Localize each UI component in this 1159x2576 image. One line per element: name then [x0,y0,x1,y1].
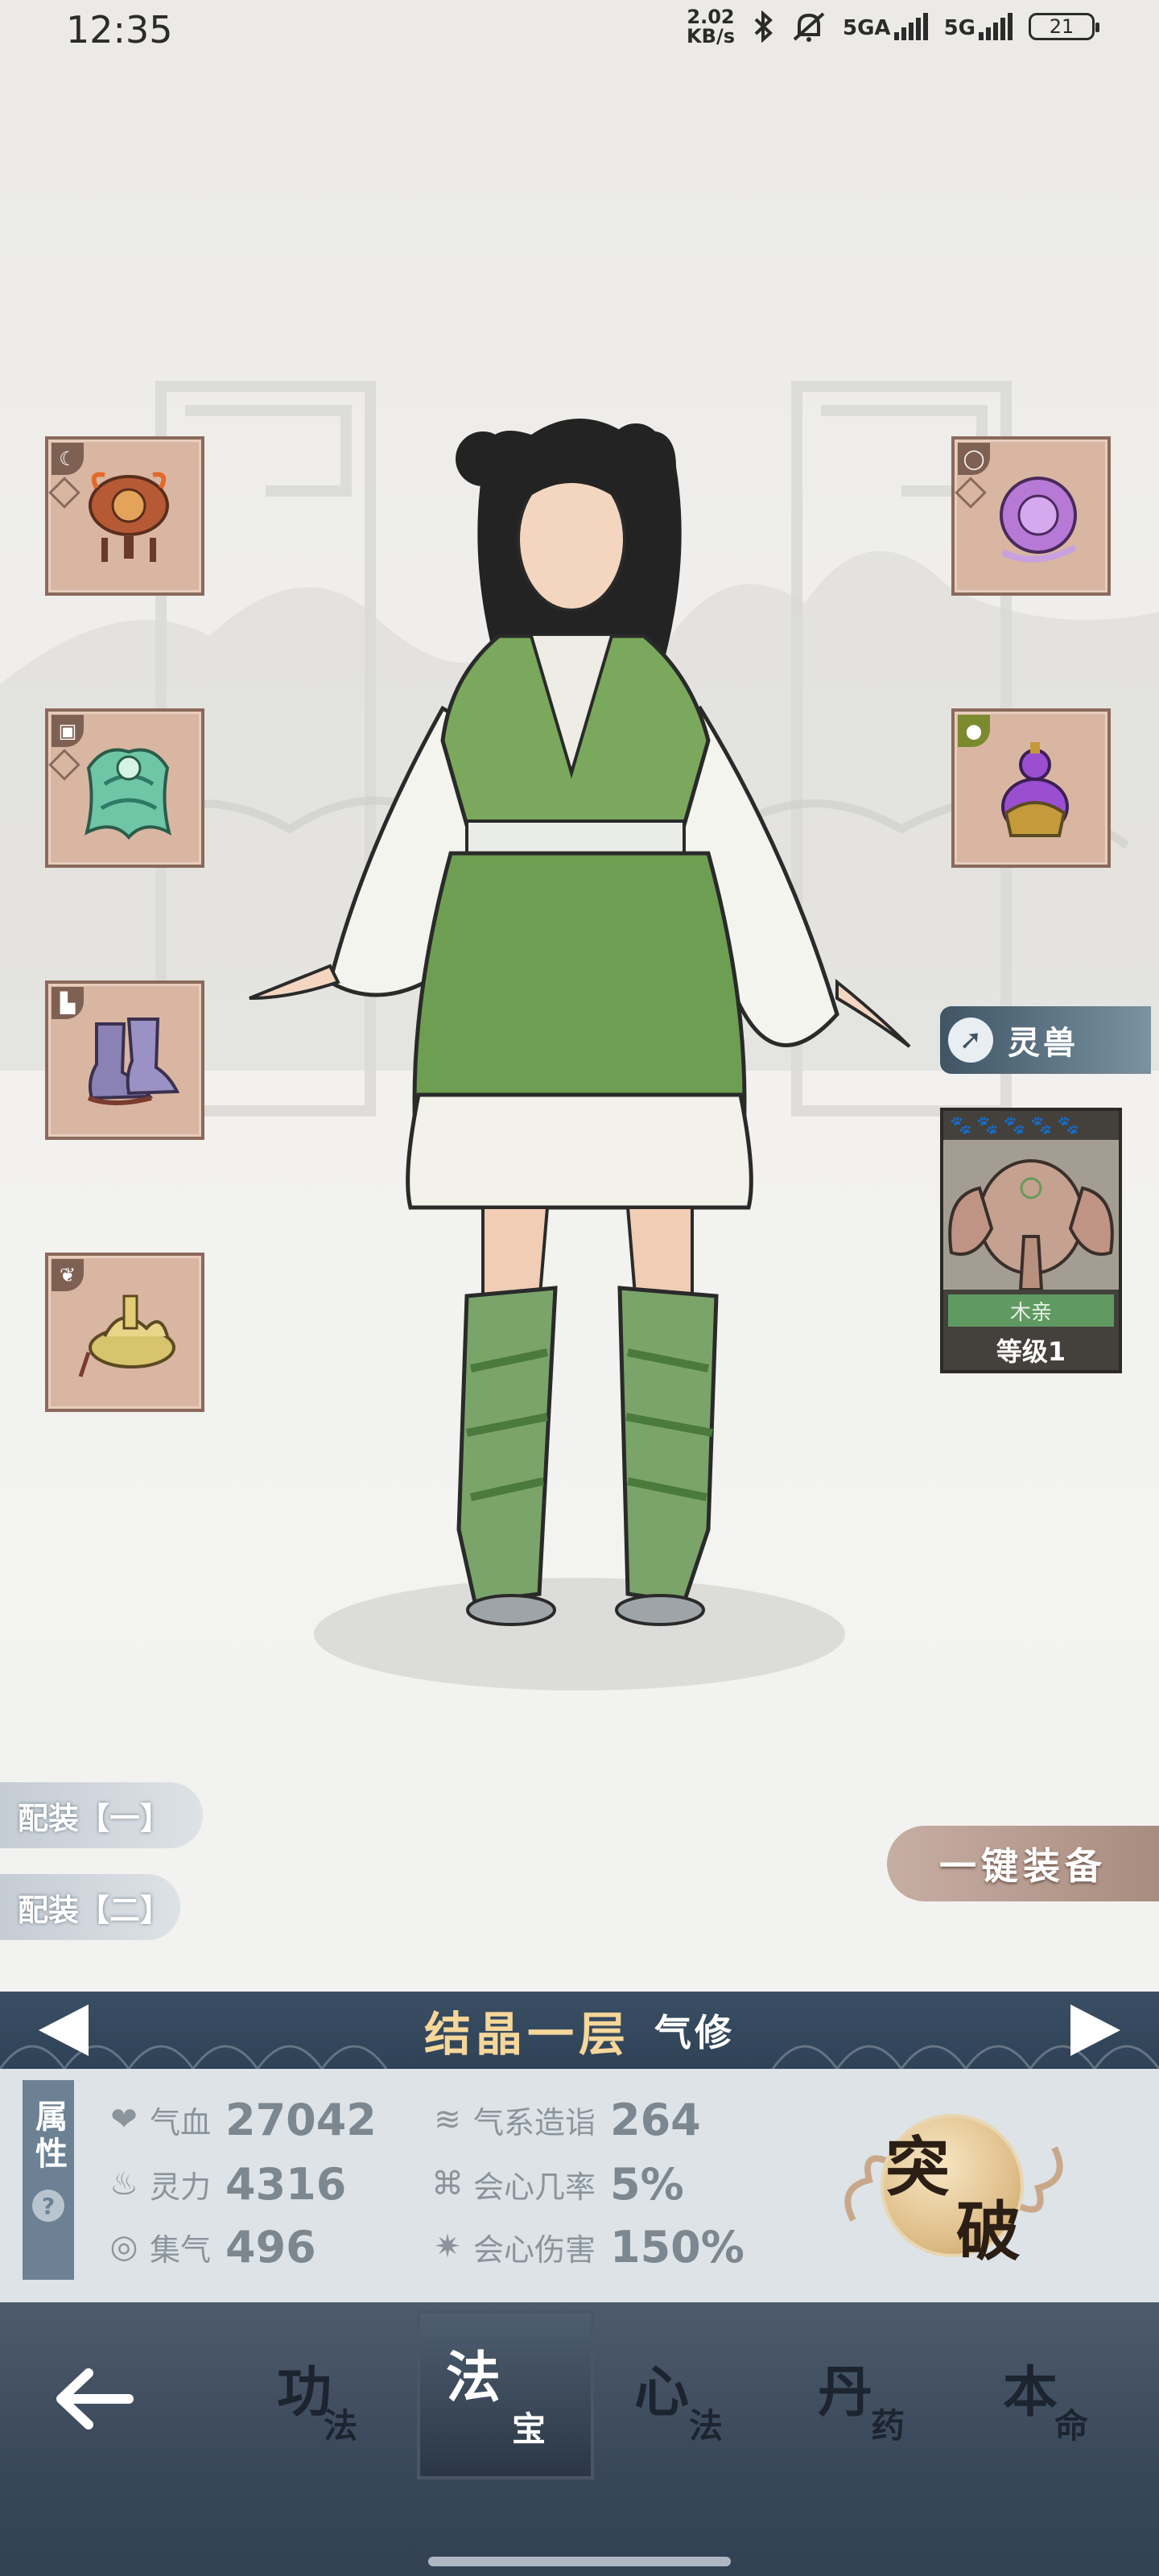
equip-slot-armor[interactable]: ▣ [45,708,204,868]
beast-element-tag: 木亲 [948,1294,1114,1327]
signal-icon [979,13,1013,40]
wind-icon: ≋ [434,2101,461,2138]
loadout-1-button[interactable]: 配装【一】 [0,1782,203,1848]
boots-artifact-icon [87,1018,180,1105]
nav-tab-big: 本 [1003,2360,1058,2425]
beast-rank-paws: 🐾 🐾 🐾 🐾 🐾 [950,1116,1079,1136]
network1-label: 5GA [843,16,891,40]
stat-qi-mastery: ≋ 气系造诣 264 [428,2091,701,2148]
breakthrough-button[interactable]: 突 破 [837,2099,1070,2269]
equip-all-button[interactable]: 一键装备 [887,1826,1159,1901]
paw-icon: 🐾 [1057,1116,1080,1136]
weapon-artifact-icon [89,472,169,562]
help-icon[interactable]: ? [32,2190,64,2222]
breakthrough-char-2: 破 [956,2194,1021,2269]
stat-value: 496 [225,2221,316,2273]
signal-1: 5GA [843,13,928,40]
nav-tab-small: 命 [1054,2406,1089,2446]
battery-icon: 21 [1029,13,1099,40]
previous-arrow-icon[interactable] [39,2004,89,2056]
equip-slot-ring[interactable]: ◯ [951,436,1111,596]
home-indicator[interactable] [428,2557,731,2566]
accessory-artifact-icon [78,1294,175,1377]
heart-icon: ❤ [110,2101,138,2138]
paw-icon: 🐾 [950,1116,972,1136]
ring-artifact-icon [1000,477,1077,563]
realm-bar: 结晶一层 气修 [0,1992,1159,2069]
network-speed: 2.02 KB/s [687,7,735,46]
stat-value: 264 [610,2094,701,2145]
elephant-beast-image [943,1140,1119,1290]
equip-slot-boots[interactable]: ▙ [45,980,204,1140]
nav-tab-small: 法 [689,2406,724,2446]
speed-value: 2.02 [687,6,735,28]
spirit-beast-label: 灵兽 [1008,1025,1079,1062]
next-arrow-icon[interactable] [1070,2004,1120,2056]
bluetooth-icon [754,10,773,43]
stat-label: 会心几率 [473,2169,596,2205]
stat-label: 气血 [150,2104,212,2140]
nav-tab-big: 心 [634,2360,690,2425]
nav-tab-destiny[interactable]: 本 命 [958,2310,1135,2479]
armor-artifact-icon [85,748,172,840]
stat-label: 集气 [150,2231,212,2268]
swirl-icon: ◎ [109,2228,138,2265]
attributes-tab[interactable]: 属性 ? [23,2080,74,2280]
stat-label: 灵力 [150,2169,212,2205]
status-bar: 12:35 2.02 KB/s 5GA 5G 21 [0,0,1159,56]
equip-slot-gourd[interactable]: ● [951,708,1111,868]
mute-icon [793,12,825,42]
nav-tab-small: 药 [871,2406,905,2446]
cultivation-type: 气修 [654,2011,735,2054]
signal-icon [893,13,928,40]
stat-value: 5% [610,2158,684,2210]
stat-value: 150% [610,2221,744,2273]
nav-tab-small: 法 [324,2406,358,2446]
crit-damage-icon: ✷ [434,2228,461,2265]
nav-tab-artifact[interactable]: 法 宝 [417,2310,594,2479]
flame-icon: ♨ [109,2165,138,2202]
nav-tab-small: 宝 [512,2409,547,2449]
stat-label: 会心伤害 [473,2231,596,2268]
equip-slot-accessory[interactable]: ❦ [45,1253,204,1412]
stat-label: 气系造诣 [473,2104,596,2140]
stat-crit-damage: ✷ 会心伤害 150% [428,2219,744,2275]
spirit-beast-card[interactable]: 🐾 🐾 🐾 🐾 🐾 木亲 等级1 [940,1108,1122,1373]
stat-value: 4316 [225,2158,347,2210]
beast-level: 等级1 [996,1336,1066,1367]
loadout-2-button[interactable]: 配装【二】 [0,1874,180,1940]
stat-spirit-power: ♨ 灵力 4316 [105,2156,346,2212]
stat-value: 27042 [225,2094,377,2145]
nav-tab-mind[interactable]: 心 法 [599,2310,776,2479]
crit-rate-icon: ⌘ [431,2165,464,2202]
network2-label: 5G [943,16,975,40]
attributes-label: 属性 [30,2099,67,2174]
breakthrough-char-1: 突 [885,2129,950,2205]
gourd-artifact-icon [1001,742,1069,837]
nav-tab-technique[interactable]: 功 法 [235,2310,412,2479]
nav-tab-big: 法 [446,2346,501,2410]
paw-icon: 🐾 [1003,1116,1026,1136]
back-arrow-icon[interactable] [48,2359,145,2439]
status-time: 12:35 [66,8,173,52]
speed-unit: KB/s [687,25,735,47]
paw-icon: 🐾 [1030,1116,1053,1136]
spirit-beast-tab[interactable]: ➚ 灵兽 [940,1006,1151,1074]
battery-level: 21 [1049,15,1074,38]
realm-name: 结晶一层 [423,2007,630,2062]
beast-head-icon: ➚ [948,1018,993,1063]
stat-crit-rate: ⌘ 会心几率 5% [428,2156,684,2212]
nav-tab-pill[interactable]: 丹 药 [777,2310,955,2479]
status-icons: 2.02 KB/s 5GA 5G 21 [687,6,1099,47]
equip-slot-weapon[interactable]: ☾ [45,436,204,596]
nav-tab-big: 丹 [818,2360,873,2425]
signal-2: 5G [944,13,1013,40]
stat-gather-qi: ◎ 集气 496 [105,2219,316,2275]
paw-icon: 🐾 [976,1116,999,1136]
character-avatar[interactable] [241,402,918,1723]
stat-hp: ❤ 气血 27042 [105,2091,377,2148]
